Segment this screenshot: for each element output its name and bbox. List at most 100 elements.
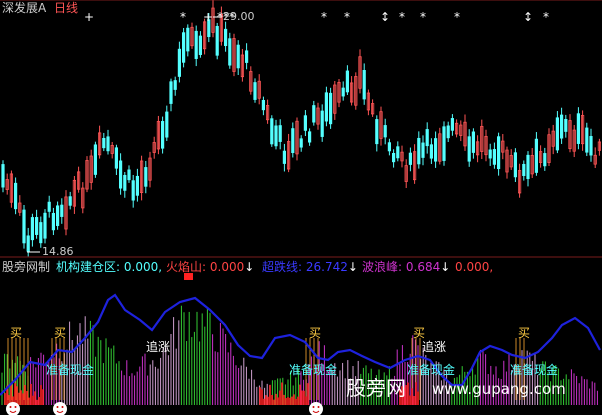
buy-label: 买	[309, 326, 322, 340]
signal-star-icon: *	[399, 10, 405, 24]
candle-body	[144, 167, 148, 187]
candle-body	[106, 136, 110, 152]
candle-body	[375, 119, 379, 145]
candle-body	[362, 70, 366, 100]
candle-body	[135, 175, 139, 196]
candle-body	[488, 149, 492, 159]
candle-body	[467, 136, 471, 162]
candle-body	[496, 136, 501, 170]
candle-body	[471, 131, 476, 153]
candle-body	[555, 117, 560, 151]
candle-body	[253, 82, 257, 100]
indicator-marker	[184, 273, 193, 280]
buy-label: 买	[518, 326, 531, 340]
candle-body	[324, 92, 329, 122]
candle-body	[56, 205, 60, 226]
candle-body	[26, 235, 30, 252]
candle-body	[421, 142, 425, 158]
candle-body	[328, 92, 333, 125]
cash-label: 准备现金	[510, 363, 559, 377]
chart-canvas[interactable]: + * + * * * * * ↕ * * * ↕ *	[0, 0, 602, 415]
candle-body	[198, 35, 202, 55]
candle-body	[43, 212, 47, 239]
candle-body	[102, 137, 106, 149]
chase-label: 追涨	[146, 340, 171, 354]
candle-body	[244, 50, 249, 63]
candle-body	[68, 196, 72, 206]
candle-body	[1, 164, 5, 188]
candle-body	[526, 154, 530, 180]
candle-body	[160, 121, 165, 149]
candle-body	[345, 70, 350, 93]
candle-body	[433, 138, 438, 162]
candle-body	[186, 27, 190, 52]
candle-body	[341, 87, 345, 97]
candlestick-series	[1, 0, 602, 257]
candle-body	[429, 144, 434, 159]
stock-name: 深发展A	[2, 1, 47, 15]
candle-body	[47, 201, 51, 212]
candle-body	[391, 152, 396, 163]
candle-body	[312, 105, 316, 123]
signal-star-icon: +	[203, 10, 213, 24]
signal-star-icon: *	[180, 10, 186, 24]
cash-label: 准备现金	[407, 363, 456, 377]
candle-body	[589, 136, 593, 156]
candle-body	[303, 115, 308, 131]
candle-body	[522, 163, 526, 176]
signal-star-icon: ↕	[523, 10, 533, 24]
candle-body	[278, 125, 282, 142]
candle-body	[261, 100, 266, 111]
indicator-item-jigou: 机构建仓区: 0.000,	[56, 260, 163, 274]
candle-body	[513, 152, 518, 178]
signal-markers: + * + * * * * * ↕ * * * ↕ *	[84, 10, 549, 24]
candle-body	[173, 80, 177, 90]
candle-body	[408, 152, 413, 165]
candle-body	[291, 128, 295, 154]
candle-body	[425, 129, 429, 147]
candle-body	[119, 160, 123, 189]
candle-body	[450, 118, 455, 131]
candle-body	[215, 25, 219, 56]
candle-body	[320, 110, 324, 137]
low-price-label: 14.86	[42, 245, 74, 258]
candle-body	[236, 44, 240, 69]
candle-body	[383, 125, 387, 138]
watermark-url: www.gupang.com	[432, 380, 566, 398]
indicator-item-extra: 0.000,	[455, 260, 494, 274]
candle-body	[417, 137, 421, 165]
candle-body	[131, 180, 135, 201]
watermark-cn: 股旁网	[346, 376, 406, 400]
candle-body	[387, 142, 392, 152]
candle-body	[51, 212, 56, 231]
indicator-item-chaodie: 超跌线: 26.742↓	[262, 260, 358, 274]
indicator-item-huoyan: 火焰山: 0.000↓	[166, 260, 255, 274]
candle-body	[543, 153, 547, 167]
candle-body	[307, 131, 312, 143]
candle-body	[22, 209, 26, 244]
buy-label: 买	[54, 326, 67, 340]
candle-body	[442, 126, 446, 161]
candle-body	[39, 222, 43, 244]
cash-label: 准备现金	[289, 363, 338, 377]
buy-label: 买	[413, 326, 426, 340]
candle-body	[534, 138, 539, 173]
signal-star-icon: *	[543, 10, 549, 24]
signal-star-icon: *	[420, 10, 426, 24]
signal-star-icon: *	[321, 10, 327, 24]
candle-body	[492, 149, 497, 165]
candle-body	[299, 138, 303, 148]
period-label[interactable]: 日线	[54, 1, 78, 15]
candle-body	[165, 111, 169, 138]
high-price-label: 29.00	[223, 10, 255, 23]
candle-body	[127, 169, 131, 181]
buy-label: 买	[10, 326, 23, 340]
chase-label: 追涨	[422, 340, 447, 354]
candle-body	[114, 147, 118, 169]
candle-body	[228, 38, 232, 66]
indicator-name: 股旁网制	[2, 260, 51, 274]
candle-body	[560, 114, 564, 139]
candle-body	[223, 28, 228, 47]
candle-body	[576, 113, 581, 144]
candle-body	[181, 32, 186, 63]
